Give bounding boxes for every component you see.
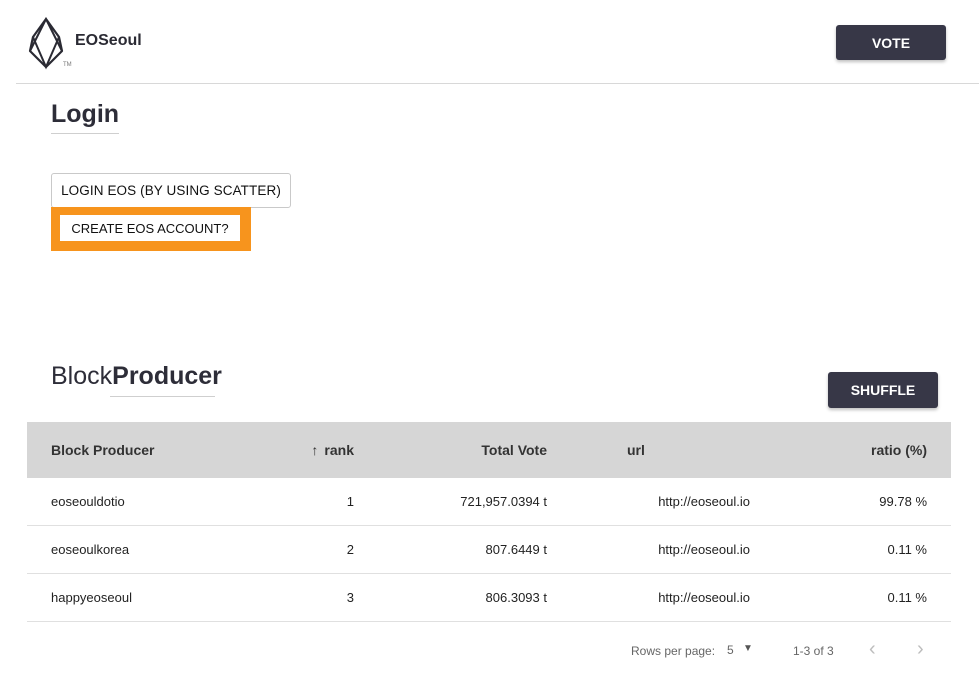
cell-ratio: 0.11 % [887, 542, 927, 557]
col-header-rank[interactable]: ↑ rank [311, 422, 354, 478]
table-row: happyeoseoul 3 806.3093 t http://eoseoul… [27, 574, 951, 622]
table-row: eoseouldotio 1 721,957.0394 t http://eos… [27, 478, 951, 526]
producer-table: Block Producer ↑ rank Total Vote url rat… [27, 422, 951, 622]
sort-arrow-up-icon: ↑ [311, 442, 319, 458]
cell-url-link[interactable]: http://eoseoul.io [658, 478, 750, 525]
col-header-url[interactable]: url [627, 422, 645, 478]
trademark: TM [63, 62, 72, 68]
cell-url-link[interactable]: http://eoseoul.io [658, 574, 750, 621]
eos-logo-icon [28, 17, 64, 70]
rows-per-page-label: Rows per page: [631, 644, 716, 658]
cell-rank: 3 [346, 590, 354, 605]
brand-name: EOSeoul [75, 32, 142, 49]
create-account-button[interactable]: CREATE EOS ACCOUNT? [60, 215, 240, 241]
login-scatter-button[interactable]: LOGIN EOS (BY USING SCATTER) [51, 173, 291, 208]
title-underline [110, 396, 215, 397]
cell-name: happyeoseoul [51, 590, 132, 605]
chevron-right-icon[interactable]: › [917, 638, 924, 661]
app-header: TM EOSeoul VOTE [16, 0, 979, 84]
cell-vote: 806.3093 t [485, 590, 547, 605]
shuffle-button[interactable]: SHUFFLE [828, 372, 938, 408]
page-range: 1-3 of 3 [793, 644, 834, 658]
title-bold-part: Producer [112, 362, 222, 390]
cell-ratio: 0.11 % [887, 590, 927, 605]
cell-rank: 1 [346, 494, 354, 509]
col-header-name[interactable]: Block Producer [51, 422, 154, 478]
cell-url-link[interactable]: http://eoseoul.io [658, 526, 750, 573]
col-header-vote[interactable]: Total Vote [481, 422, 547, 478]
cell-name: eoseoulkorea [51, 542, 130, 557]
cell-ratio: 99.78 % [879, 494, 927, 509]
vote-button[interactable]: VOTE [836, 25, 946, 60]
col-header-ratio[interactable]: ratio (%) [871, 422, 927, 478]
col-header-rank-label: rank [324, 442, 354, 458]
create-account-highlight: CREATE EOS ACCOUNT? [51, 207, 251, 251]
table-row: eoseoulkorea 2 807.6449 t http://eoseoul… [27, 526, 951, 574]
table-header: Block Producer ↑ rank Total Vote url rat… [27, 422, 951, 478]
title-light-part: Block [51, 362, 113, 390]
cell-vote: 807.6449 t [485, 542, 547, 557]
rows-per-page-select[interactable]: 5 [727, 643, 734, 657]
table-pagination: Rows per page: 5 ▼ 1-3 of 3 ‹ › [27, 630, 951, 670]
cell-rank: 2 [346, 542, 354, 557]
login-title: Login [51, 100, 120, 134]
chevron-left-icon[interactable]: ‹ [869, 638, 876, 661]
cell-name: eoseouldotio [51, 494, 125, 509]
block-producer-title: BlockProducer [51, 362, 222, 391]
caret-down-icon[interactable]: ▼ [743, 643, 753, 654]
cell-vote: 721,957.0394 t [460, 494, 547, 509]
